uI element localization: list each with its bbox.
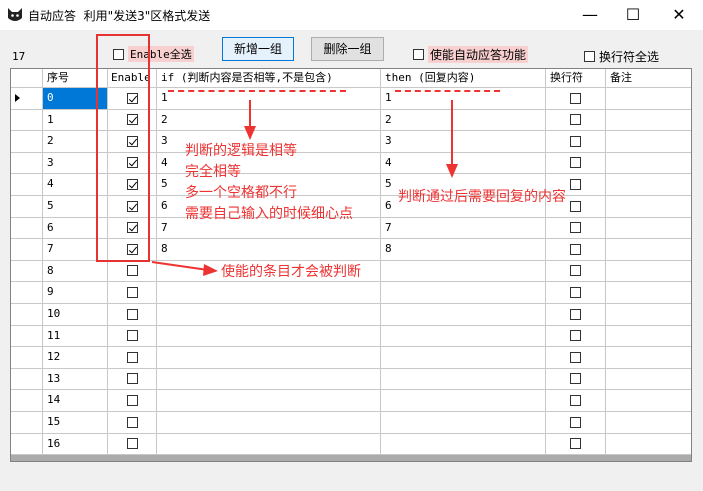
logic-note-line: 判断的逻辑是相等 bbox=[185, 143, 297, 159]
logic-note: 判断的逻辑是相等 完全相等 多一个空格都不行 需要自己输入的时候细心点 bbox=[185, 141, 353, 225]
annotation-arrows bbox=[151, 100, 458, 276]
enabled-note: 使能的条目才会被判断 bbox=[221, 264, 361, 280]
logic-note-line: 需要自己输入的时候细心点 bbox=[185, 206, 353, 222]
logic-note-line: 完全相等 bbox=[185, 164, 241, 180]
logic-note-line: 多一个空格都不行 bbox=[185, 185, 297, 201]
reply-note: 判断通过后需要回复的内容 bbox=[398, 189, 566, 205]
